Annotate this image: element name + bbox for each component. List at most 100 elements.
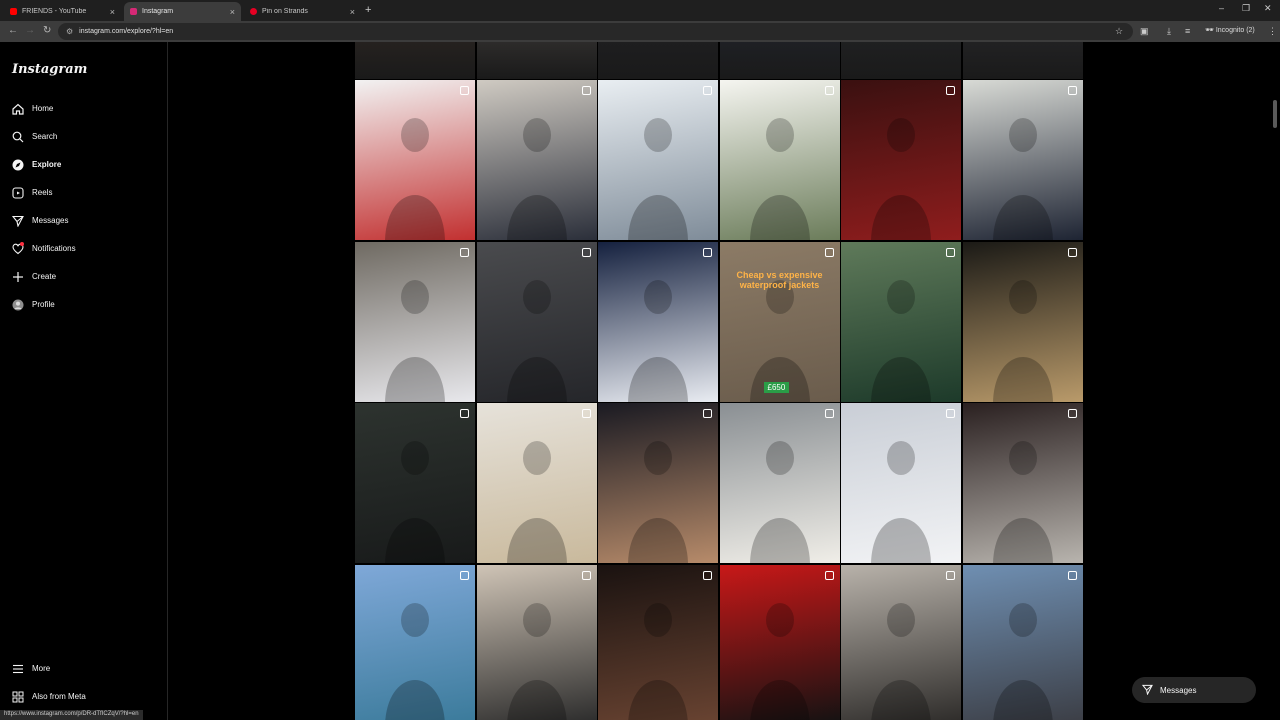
- back-icon[interactable]: ←: [8, 25, 18, 36]
- grid-post-partial[interactable]: [598, 42, 718, 79]
- extensions-icon[interactable]: ≡: [1185, 26, 1190, 36]
- post-thumbnail-figure: [992, 602, 1053, 720]
- download-icon[interactable]: ⤓: [1167, 26, 1171, 37]
- grid-post[interactable]: [962, 403, 1083, 563]
- restore-icon[interactable]: ❐: [1242, 3, 1250, 14]
- grid-post[interactable]: [962, 80, 1083, 240]
- sidebar-item-home[interactable]: Home: [11, 102, 53, 115]
- tab-pinterest[interactable]: Pin on Strands ×: [244, 2, 361, 21]
- close-tab-icon[interactable]: ×: [110, 7, 115, 17]
- instagram-logo[interactable]: Instagram: [12, 62, 87, 77]
- grid-post[interactable]: [598, 80, 718, 240]
- notification-dot: [20, 242, 24, 246]
- sidebar-item-explore[interactable]: Explore: [11, 158, 61, 171]
- bookmark-star-icon[interactable]: ☆: [1115, 26, 1123, 37]
- grid-post-partial[interactable]: [841, 42, 961, 79]
- tab-instagram[interactable]: Instagram ×: [124, 2, 241, 21]
- grid-post[interactable]: [476, 403, 597, 563]
- reel-indicator-icon: [946, 409, 955, 418]
- tab-youtube[interactable]: FRIENDS - YouTube ×: [4, 2, 121, 21]
- reel-indicator-icon: [1067, 570, 1077, 580]
- grid-post[interactable]: [355, 564, 475, 720]
- reel-indicator-icon: [581, 247, 591, 257]
- messages-icon: [1141, 684, 1153, 697]
- grid-post[interactable]: [962, 241, 1083, 402]
- grid-post[interactable]: [476, 80, 597, 240]
- grid-post[interactable]: [355, 80, 475, 240]
- sidebar-item-notifications[interactable]: Notifications: [11, 242, 76, 255]
- grid-post[interactable]: [841, 241, 961, 402]
- tab-title: FRIENDS - YouTube: [22, 8, 87, 15]
- grid-post[interactable]: [962, 564, 1083, 720]
- grid-post[interactable]: [841, 564, 961, 720]
- grid-post-partial[interactable]: [476, 42, 597, 79]
- reload-icon[interactable]: ↻: [43, 25, 51, 36]
- grid-post[interactable]: [841, 80, 961, 240]
- sidebar-item-create[interactable]: Create: [11, 270, 56, 283]
- post-caption-overlay: Cheap vs expensive waterproof jackets: [736, 269, 823, 290]
- grid-post[interactable]: [355, 241, 475, 402]
- home-icon: [11, 102, 24, 115]
- sidebar-item-label: Profile: [32, 300, 55, 309]
- reel-indicator-icon: [460, 570, 469, 580]
- grid-post[interactable]: [719, 564, 840, 720]
- post-thumbnail-figure: [506, 602, 567, 720]
- sidebar-item-label: Explore: [32, 160, 62, 169]
- close-tab-icon[interactable]: ×: [350, 7, 355, 17]
- grid-post[interactable]: [719, 403, 840, 563]
- post-thumbnail-figure: [506, 279, 567, 402]
- post-thumbnail-figure: [871, 279, 931, 402]
- tab-title: Pin on Strands: [262, 8, 308, 15]
- grid-post[interactable]: Cheap vs expensive waterproof jackets £65…: [719, 241, 840, 402]
- close-window-icon[interactable]: ✕: [1264, 3, 1272, 14]
- incognito-indicator[interactable]: 🕶 Incognito (2): [1205, 26, 1255, 34]
- grid-post[interactable]: [476, 564, 597, 720]
- grid-post[interactable]: [719, 80, 840, 240]
- new-tab-button[interactable]: +: [365, 4, 371, 16]
- explore-grid: Cheap vs expensive waterproof jackets £65…: [355, 42, 1084, 720]
- post-thumbnail-figure: [871, 602, 931, 720]
- sidebar-item-search[interactable]: Search: [11, 130, 57, 143]
- sidebar-item-profile[interactable]: Profile: [11, 298, 55, 311]
- incognito-label: Incognito (2): [1215, 27, 1255, 34]
- grid-post-partial[interactable]: [719, 42, 840, 79]
- post-thumbnail-figure: [992, 441, 1053, 563]
- grid-post-partial[interactable]: [962, 42, 1083, 79]
- sidebar-item-more[interactable]: More: [11, 662, 50, 675]
- grid-post[interactable]: [476, 241, 597, 402]
- reel-indicator-icon: [946, 86, 955, 95]
- sidebar-item-label: Search: [32, 132, 58, 141]
- sidebar-item-label: Messages: [32, 216, 69, 225]
- minimize-icon[interactable]: –: [1219, 3, 1224, 13]
- sidebar-item-reels[interactable]: Reels: [11, 186, 52, 199]
- reel-indicator-icon: [703, 86, 712, 95]
- pinterest-favicon-icon: [250, 8, 257, 15]
- reel-indicator-icon: [703, 570, 712, 580]
- grid-post[interactable]: [598, 403, 718, 563]
- post-thumbnail-figure: [506, 118, 567, 240]
- chrome-menu-icon[interactable]: ⋮: [1268, 26, 1277, 37]
- messages-floating-button[interactable]: Messages: [1132, 677, 1256, 703]
- sidepanel-icon[interactable]: ▣: [1140, 26, 1149, 37]
- grid-post[interactable]: [598, 241, 718, 402]
- reel-indicator-icon: [460, 86, 469, 95]
- grid-post-partial[interactable]: [355, 42, 475, 79]
- address-bar[interactable]: ⚙ instagram.com/explore/?hl=en: [58, 23, 1133, 40]
- page-scrollbar[interactable]: [1273, 100, 1277, 128]
- grid-post[interactable]: [355, 403, 475, 563]
- grid-post[interactable]: [841, 403, 961, 563]
- reel-indicator-icon: [824, 409, 834, 418]
- heart-icon: [11, 242, 24, 255]
- site-info-icon[interactable]: ⚙: [66, 27, 73, 36]
- forward-icon[interactable]: →: [25, 25, 35, 36]
- post-thumbnail-figure: [871, 441, 931, 563]
- grid-post[interactable]: [598, 564, 718, 720]
- reel-indicator-icon: [581, 570, 591, 580]
- close-tab-icon[interactable]: ×: [230, 7, 235, 17]
- sidebar-item-also-from-meta[interactable]: Also from Meta: [11, 690, 86, 703]
- post-thumbnail-figure: [385, 279, 445, 402]
- explore-icon: [11, 158, 24, 171]
- post-thumbnail-figure: [628, 441, 688, 563]
- messages-icon: [11, 214, 24, 227]
- sidebar-item-messages[interactable]: Messages: [11, 214, 68, 227]
